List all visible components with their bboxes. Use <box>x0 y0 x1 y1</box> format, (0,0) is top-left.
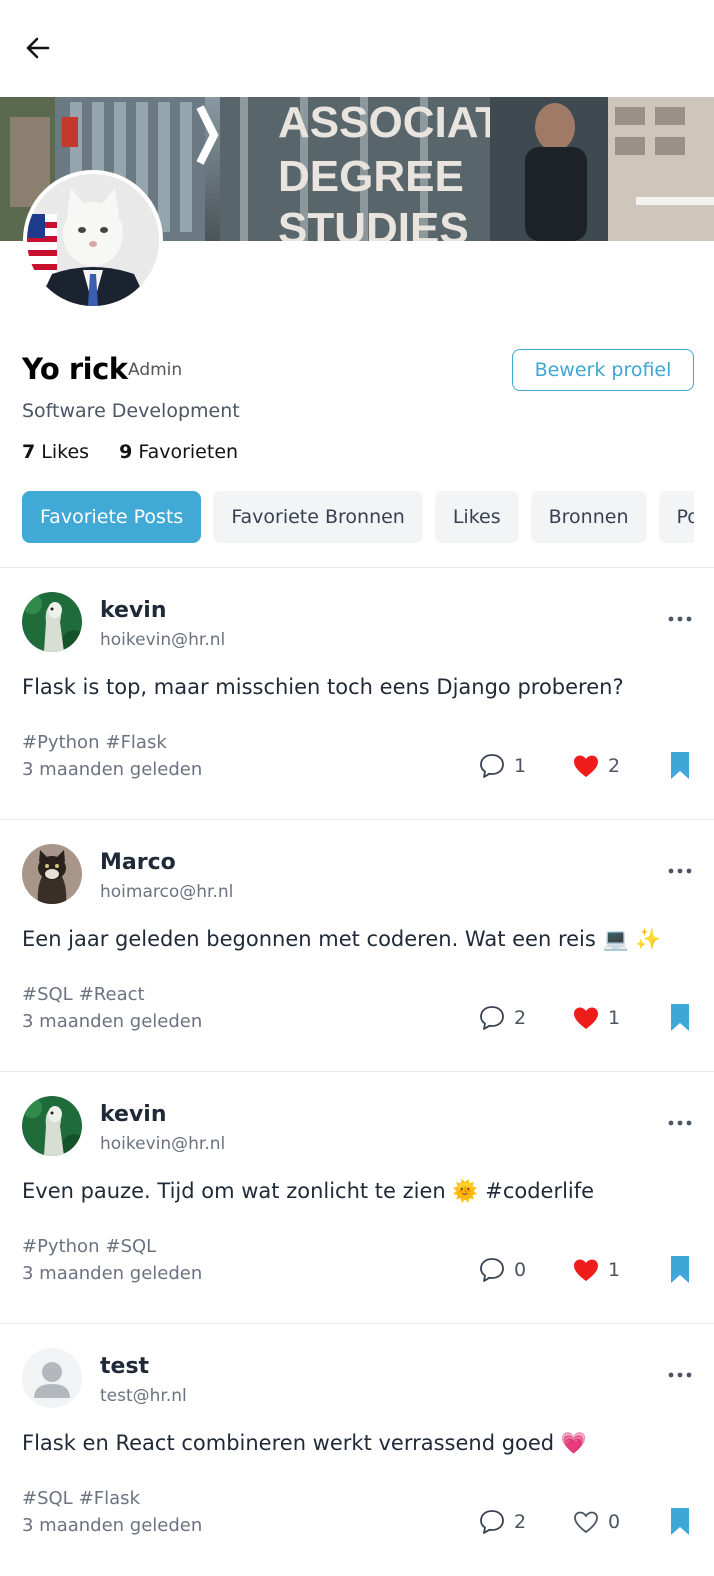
comment-count: 0 <box>514 1259 527 1281</box>
comment-icon <box>480 754 504 778</box>
post-tags: #Python #Flask <box>22 732 173 753</box>
like-button[interactable]: 1 <box>572 1003 620 1033</box>
edit-profile-button[interactable]: Bewerk profiel <box>512 349 694 391</box>
profile-name: Yo rick <box>22 352 128 386</box>
like-button[interactable]: 0 <box>572 1507 620 1537</box>
tab-favorite-resources[interactable]: Favoriete Bronnen <box>213 491 423 543</box>
post-author-email: hoimarco@hr.nl <box>100 882 234 902</box>
comment-button[interactable]: 1 <box>478 751 526 781</box>
tab-favorite-posts[interactable]: Favoriete Posts <box>22 491 202 543</box>
bookmark-icon[interactable] <box>668 750 692 782</box>
tab-resources[interactable]: Bronnen <box>530 491 647 543</box>
like-count: 1 <box>608 1259 621 1281</box>
avatar[interactable] <box>22 1348 82 1408</box>
post-author[interactable]: kevin <box>100 1102 167 1127</box>
heart-filled-icon <box>574 755 598 777</box>
tag-link[interactable]: #Python <box>22 1236 99 1257</box>
post-timestamp: 3 maanden geleden <box>22 1263 203 1284</box>
more-options-icon[interactable] <box>662 860 698 882</box>
heart-filled-icon <box>574 1007 598 1029</box>
profile-tabs: Favoriete Posts Favoriete Bronnen Likes Bro… <box>22 491 694 543</box>
more-options-icon[interactable] <box>662 608 698 630</box>
post-tags: #Python #SQL <box>22 1236 162 1257</box>
avatar[interactable] <box>22 1096 82 1156</box>
bookmark-icon[interactable] <box>668 1002 692 1034</box>
tag-link[interactable]: #SQL <box>22 984 73 1005</box>
like-button[interactable]: 2 <box>572 751 620 781</box>
heart-filled-icon <box>574 1259 598 1281</box>
bookmark-icon[interactable] <box>668 1254 692 1286</box>
comment-button[interactable]: 2 <box>478 1003 526 1033</box>
post-card: Marco hoimarco@hr.nl Een jaar geleden be… <box>0 820 714 1072</box>
tab-likes[interactable]: Likes <box>434 491 519 543</box>
like-count: 2 <box>608 755 621 777</box>
like-count: 0 <box>608 1511 621 1533</box>
bookmark-icon[interactable] <box>668 1506 692 1538</box>
avatar[interactable] <box>22 592 82 652</box>
post-author-email: hoikevin@hr.nl <box>100 630 226 650</box>
post-card: kevin hoikevin@hr.nl Flask is top, maar … <box>0 568 714 820</box>
comment-button[interactable]: 0 <box>478 1255 526 1285</box>
likes-count: 7 <box>22 441 36 463</box>
tag-link[interactable]: #Python <box>22 732 99 753</box>
post-author[interactable]: Marco <box>100 850 176 875</box>
avatar[interactable] <box>22 844 82 904</box>
tag-link[interactable]: #React <box>79 984 145 1005</box>
favorites-count: 9 <box>119 441 133 463</box>
post-content: Even pauze. Tijd om wat zonlicht te zien… <box>22 1179 595 1203</box>
banner-sign-line-3: STUDIES <box>278 204 469 241</box>
banner-sign-line-2: DEGREE <box>278 152 464 201</box>
post-tags: #SQL #React <box>22 984 151 1005</box>
back-arrow-icon[interactable] <box>20 30 56 66</box>
heart-outline-icon <box>574 1511 598 1533</box>
post-author[interactable]: test <box>100 1354 149 1379</box>
comment-count: 2 <box>514 1511 527 1533</box>
post-author-email: test@hr.nl <box>100 1386 187 1406</box>
profile-avatar <box>23 170 163 310</box>
post-author-email: hoikevin@hr.nl <box>100 1134 226 1154</box>
favorites-label: Favorieten <box>138 441 239 463</box>
comment-button[interactable]: 2 <box>478 1507 526 1537</box>
post-timestamp: 3 maanden geleden <box>22 1011 203 1032</box>
tag-link[interactable]: #SQL <box>22 1488 73 1509</box>
tag-link[interactable]: #SQL <box>105 1236 156 1257</box>
post-content: Flask is top, maar misschien toch eens D… <box>22 675 624 699</box>
top-bar <box>0 0 714 97</box>
profile-stats: 7 Likes 9 Favorieten <box>22 441 238 463</box>
tag-link[interactable]: #Flask <box>105 732 166 753</box>
tag-link[interactable]: #Flask <box>79 1488 140 1509</box>
post-timestamp: 3 maanden geleden <box>22 1515 203 1536</box>
post-tags: #SQL #Flask <box>22 1488 146 1509</box>
profile-study: Software Development <box>22 400 240 422</box>
post-content: Een jaar geleden begonnen met coderen. W… <box>22 927 662 951</box>
like-button[interactable]: 1 <box>572 1255 620 1285</box>
tab-posts[interactable]: Posts <box>658 491 694 543</box>
post-card: kevin hoikevin@hr.nl Even pauze. Tijd om… <box>0 1072 714 1324</box>
more-options-icon[interactable] <box>662 1112 698 1134</box>
post-content: Flask en React combineren werkt verrasse… <box>22 1431 587 1455</box>
comment-count: 2 <box>514 1007 527 1029</box>
comment-icon <box>480 1006 504 1030</box>
comment-icon <box>480 1258 504 1282</box>
profile-role-badge: Admin <box>128 360 183 380</box>
likes-label: Likes <box>41 441 90 463</box>
post-timestamp: 3 maanden geleden <box>22 759 203 780</box>
comment-icon <box>480 1510 504 1534</box>
post-card: test test@hr.nl Flask en React combinere… <box>0 1324 714 1576</box>
like-count: 1 <box>608 1007 621 1029</box>
comment-count: 1 <box>514 755 527 777</box>
more-options-icon[interactable] <box>662 1364 698 1386</box>
post-author[interactable]: kevin <box>100 598 167 623</box>
